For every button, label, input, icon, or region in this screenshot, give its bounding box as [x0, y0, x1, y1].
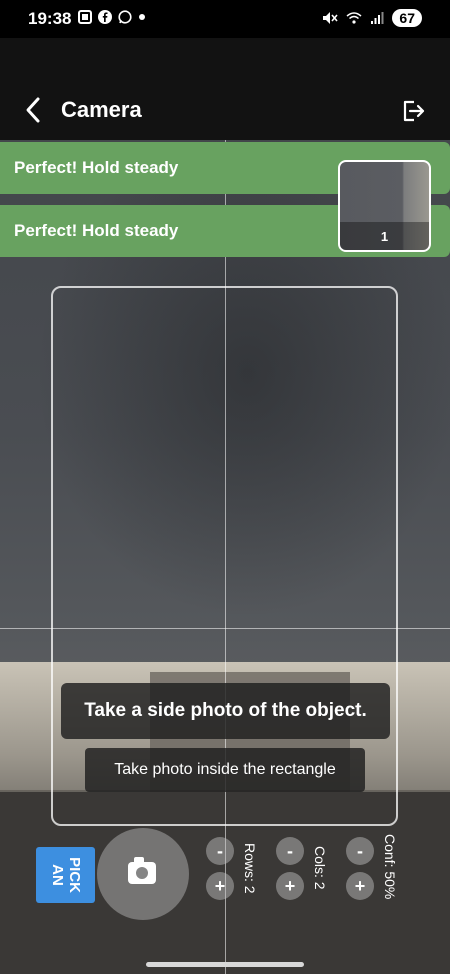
wifi-icon — [346, 12, 362, 24]
rows-decrease-button[interactable]: - — [206, 837, 234, 865]
photo-thumbnail[interactable]: 1 — [338, 160, 431, 252]
instruction-main: Take a side photo of the object. — [61, 683, 390, 739]
status-banner-text: Perfect! Hold steady — [14, 221, 179, 240]
status-right-icons: 67 — [322, 9, 422, 27]
whatsapp-icon — [118, 10, 132, 24]
page-title: Camera — [61, 97, 142, 122]
cols-increase-button[interactable]: + — [276, 872, 304, 900]
camera-icon — [128, 857, 156, 884]
app-header: Camera — [0, 38, 450, 140]
status-banner-text: Perfect! Hold steady — [14, 158, 179, 177]
status-left-icons — [78, 10, 146, 24]
signal-icon — [371, 12, 384, 24]
facebook-icon — [98, 10, 112, 24]
conf-decrease-button[interactable]: - — [346, 837, 374, 865]
mute-icon — [323, 12, 339, 24]
shutter-button[interactable] — [97, 828, 189, 920]
capture-guide-rectangle — [51, 286, 398, 826]
screenshot-icon — [78, 10, 92, 24]
conf-increase-button[interactable]: + — [346, 872, 374, 900]
cols-label: Cols: 2 — [312, 846, 328, 890]
battery-indicator: 67 — [392, 9, 422, 27]
status-bar: 19:38 67 — [0, 0, 450, 38]
cols-decrease-button[interactable]: - — [276, 837, 304, 865]
pick-button[interactable]: PICK AN — [36, 847, 95, 903]
conf-label: Conf: 50% — [382, 834, 398, 900]
instruction-sub: Take photo inside the rectangle — [85, 748, 365, 792]
logout-icon[interactable] — [400, 98, 426, 124]
home-indicator[interactable] — [146, 962, 304, 967]
rows-label: Rows: 2 — [242, 843, 258, 894]
chevron-left-icon[interactable] — [24, 96, 42, 124]
dot-icon — [139, 14, 145, 20]
photo-count: 1 — [340, 222, 429, 250]
pick-button-label: PICK AN — [48, 857, 83, 893]
rows-increase-button[interactable]: + — [206, 872, 234, 900]
status-time: 19:38 — [28, 9, 72, 28]
